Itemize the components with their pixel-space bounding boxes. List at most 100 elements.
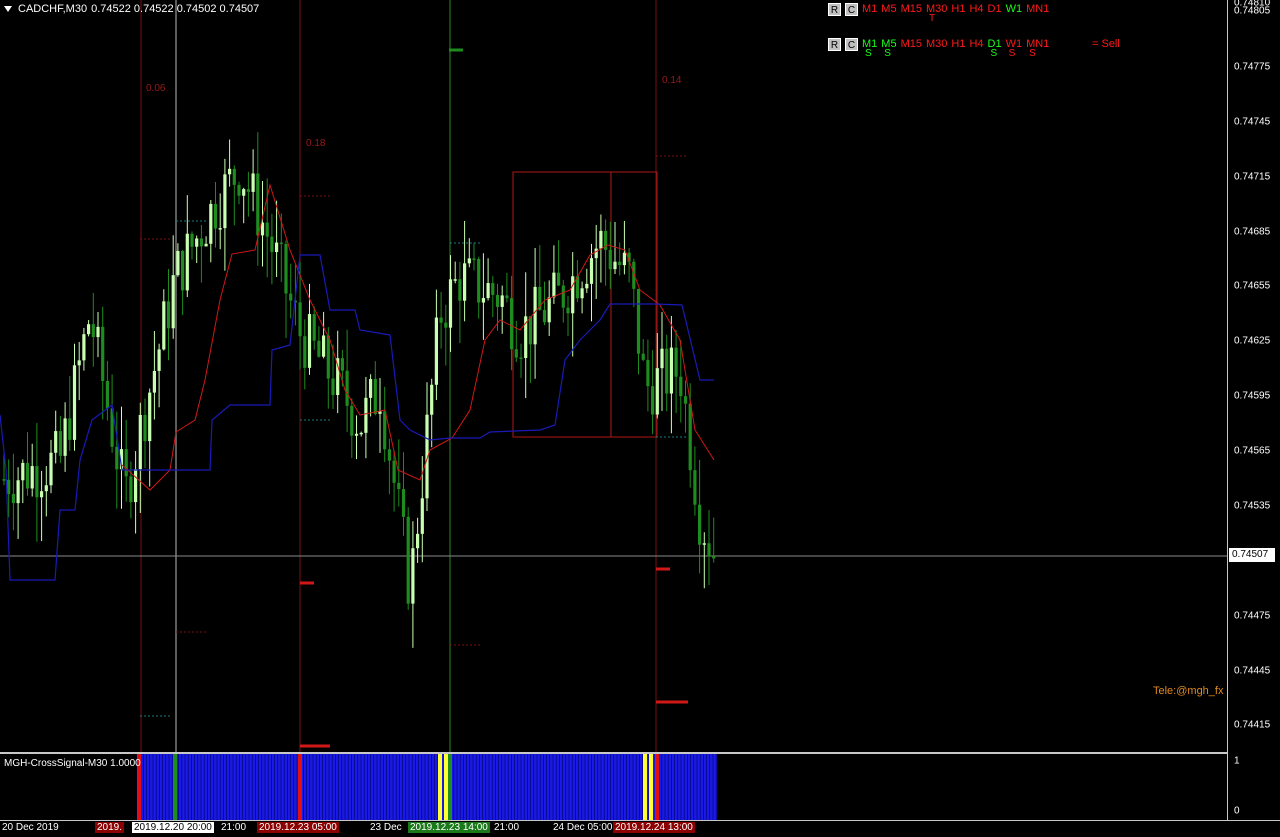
candle-body: [486, 283, 490, 299]
timeframe-h1[interactable]: H1: [951, 38, 965, 51]
candle-body: [152, 370, 156, 393]
candle-body: [54, 431, 58, 453]
candle-body: [2, 479, 6, 481]
candle-body: [354, 433, 359, 436]
price-label: 0.74445: [1234, 665, 1271, 677]
candle-body: [143, 414, 147, 442]
candle-body: [209, 203, 213, 244]
candle-body: [350, 405, 354, 436]
timeframe-m1[interactable]: M1 S: [862, 38, 877, 59]
candle-body: [698, 504, 702, 545]
timeframe-label: MN1: [1026, 3, 1050, 15]
candle-body: [171, 275, 175, 329]
candle-chart[interactable]: [0, 0, 1227, 752]
main-chart[interactable]: CADCHF,M30 0.74522 0.74522 0.74502 0.745…: [0, 0, 1228, 752]
candle-body: [340, 358, 344, 371]
clear-button[interactable]: C: [845, 3, 858, 16]
candle-body: [364, 397, 368, 433]
timeframe-signal: S: [1029, 48, 1036, 59]
timeframe-m5[interactable]: M5 S: [881, 38, 896, 59]
reset-button[interactable]: R: [828, 38, 841, 51]
timeframe-h4[interactable]: H4: [969, 38, 983, 51]
timeframe-m30[interactable]: M30: [926, 38, 947, 51]
timeframe-m30[interactable]: M30 T: [926, 3, 947, 24]
candle-body: [467, 258, 471, 264]
clear-button[interactable]: C: [845, 38, 858, 51]
timeframe-m5[interactable]: M5: [881, 3, 896, 16]
candle-body: [416, 533, 420, 549]
timeframe-d1[interactable]: D1 S: [988, 38, 1002, 59]
candle-body: [594, 248, 598, 259]
candle-body: [444, 322, 448, 328]
candle-body: [533, 286, 537, 345]
candle-body: [16, 480, 20, 504]
timeframe-w1[interactable]: W1: [1006, 3, 1023, 16]
timeframe-d1[interactable]: D1: [988, 3, 1002, 16]
candle-body: [712, 556, 716, 559]
symbol-title: CADCHF,M30: [18, 3, 88, 15]
candle-body: [246, 189, 250, 192]
candle-body: [373, 379, 377, 414]
candle-body: [693, 470, 697, 505]
level-label-1: 0.06: [146, 83, 166, 94]
timeframe-mn1[interactable]: MN1 S: [1026, 38, 1049, 59]
telegram-watermark: Tele:@mgh_fx: [1153, 685, 1224, 697]
candle-body: [68, 418, 72, 440]
candle-body: [359, 432, 363, 435]
timeframe-w1[interactable]: W1 S: [1006, 38, 1023, 59]
price-label: 0.74655: [1234, 280, 1271, 292]
candle-body: [157, 349, 161, 371]
indicator-axis-bottom: 0: [1234, 805, 1240, 817]
candle-body: [317, 340, 321, 357]
candle-body: [105, 380, 109, 409]
candle-body: [72, 365, 77, 440]
time-label: 2019.12.20 20:00: [132, 822, 214, 833]
candle-body: [542, 309, 547, 323]
timeframe-signal: S: [1008, 48, 1016, 59]
reset-button[interactable]: R: [828, 3, 841, 16]
time-axis[interactable]: 20 Dec 2019 2019. 2019.12.20 20:00 21:00 201…: [0, 820, 1280, 837]
candle-body: [458, 279, 462, 301]
candle-body: [665, 348, 669, 394]
indicator-title: MGH-CrossSignal-M30 1.0000: [4, 758, 141, 769]
timeframe-m15[interactable]: M15: [901, 38, 922, 51]
candle-body: [707, 543, 711, 557]
candle-body: [688, 403, 692, 471]
timeframe-m1[interactable]: M1: [862, 3, 877, 16]
candle-body: [397, 482, 401, 490]
candle-body: [636, 288, 641, 354]
candle-body: [190, 233, 194, 247]
candle-body: [322, 335, 326, 357]
timeframe-h4[interactable]: H4: [969, 3, 983, 16]
candle-body: [514, 349, 518, 358]
candle-body: [566, 307, 570, 314]
candle-body: [401, 489, 406, 517]
current-price-label: 0.74507: [1229, 548, 1275, 562]
candle-body: [256, 173, 260, 236]
candle-body: [585, 283, 589, 289]
signal-bar: [298, 754, 302, 820]
chart-title: CADCHF,M30 0.74522 0.74522 0.74502 0.745…: [4, 3, 259, 15]
candle-body: [7, 479, 11, 495]
price-axis[interactable]: 0.74810 0.74805 0.74775 0.74745 0.74715 0.746…: [1228, 0, 1280, 752]
candle-body: [387, 449, 391, 461]
candle-body: [580, 288, 584, 299]
time-label: 2019.: [95, 822, 125, 833]
timeframe-signal: S: [884, 48, 891, 59]
candle-body: [298, 302, 302, 337]
dropdown-triangle-icon[interactable]: [4, 6, 12, 12]
candle-body: [326, 335, 330, 379]
time-label: 24 Dec 05:00: [553, 822, 613, 833]
candle-body: [115, 446, 119, 470]
indicator-subwindow[interactable]: MGH-CrossSignal-M30 1.0000: [0, 752, 1228, 820]
candle-body: [669, 347, 673, 394]
time-label: 21:00: [494, 822, 520, 833]
timeframe-h1[interactable]: H1: [951, 3, 965, 16]
timeframe-label: H4: [969, 3, 984, 15]
price-label: 0.74775: [1234, 61, 1271, 73]
candle-body: [641, 353, 645, 360]
timeframe-mn1[interactable]: MN1: [1026, 3, 1049, 16]
candle-body: [599, 230, 603, 249]
timeframe-m15[interactable]: M15: [901, 3, 922, 16]
candle-body: [618, 261, 622, 266]
